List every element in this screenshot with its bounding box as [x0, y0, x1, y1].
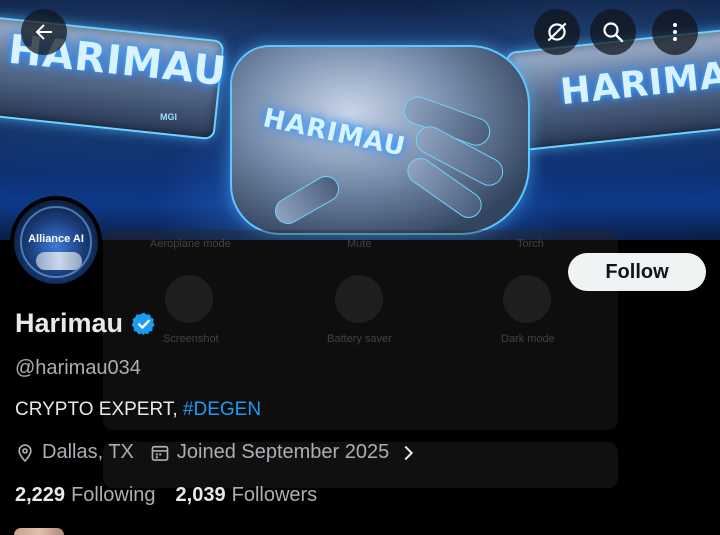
profile-handle: @harimau034 — [15, 357, 141, 379]
bio-hashtag-link[interactable]: #DEGEN — [183, 399, 261, 420]
display-name: Harimau — [15, 308, 124, 338]
ghost-label: Aeroplane mode — [150, 238, 231, 250]
follow-button[interactable]: Follow — [568, 253, 706, 291]
ghost-label: Battery saver — [327, 333, 392, 345]
joined-text: Joined September 2025 — [176, 441, 390, 463]
followers-count: 2,039 — [175, 484, 226, 506]
followers-link[interactable]: 2,039 Followers — [176, 484, 318, 507]
ghost-label: Screenshot — [163, 333, 219, 345]
following-label: Following — [71, 484, 156, 506]
profile-bio: CRYPTO EXPERT, #DEGEN — [15, 399, 261, 421]
no-signal-icon — [547, 22, 567, 42]
back-arrow-icon — [35, 24, 52, 40]
verified-badge-icon[interactable] — [131, 311, 157, 337]
ghost-tile — [335, 275, 383, 323]
location-pin-icon — [18, 443, 32, 462]
ghost-tile — [165, 275, 213, 323]
avatar-label: Alliance AI — [28, 233, 84, 245]
search-button[interactable] — [590, 9, 636, 55]
ghost-label: Torch — [517, 238, 544, 250]
profile-meta-row: Dallas, TX Joined September 2025 — [15, 441, 426, 464]
search-icon — [603, 22, 624, 43]
back-button[interactable] — [21, 9, 67, 55]
location-item: Dallas, TX — [15, 441, 134, 464]
profile-name-row: Harimau — [15, 308, 157, 339]
joined-item[interactable]: Joined September 2025 — [150, 441, 426, 464]
chevron-right-icon — [404, 445, 414, 460]
followers-label: Followers — [231, 484, 318, 506]
following-link[interactable]: 2,229 Following — [15, 484, 156, 507]
followed-by-avatars[interactable] — [14, 528, 64, 535]
avatar[interactable]: Alliance AI — [10, 196, 102, 288]
more-vertical-icon — [673, 23, 677, 41]
ghost-tile — [503, 275, 551, 323]
ghost-label: Dark mode — [501, 333, 555, 345]
avatar-handshake-image — [36, 252, 82, 270]
no-signal-button[interactable] — [534, 9, 580, 55]
calendar-icon — [151, 445, 169, 461]
banner-small-mark: MGI — [160, 112, 177, 122]
location-text: Dallas, TX — [42, 441, 134, 463]
bio-text: CRYPTO EXPERT, — [15, 399, 183, 420]
ghost-label: Mute — [347, 238, 372, 250]
following-count: 2,229 — [15, 484, 66, 506]
profile-stats: 2,229 Following 2,039 Followers — [15, 484, 317, 507]
more-options-button[interactable] — [652, 9, 698, 55]
